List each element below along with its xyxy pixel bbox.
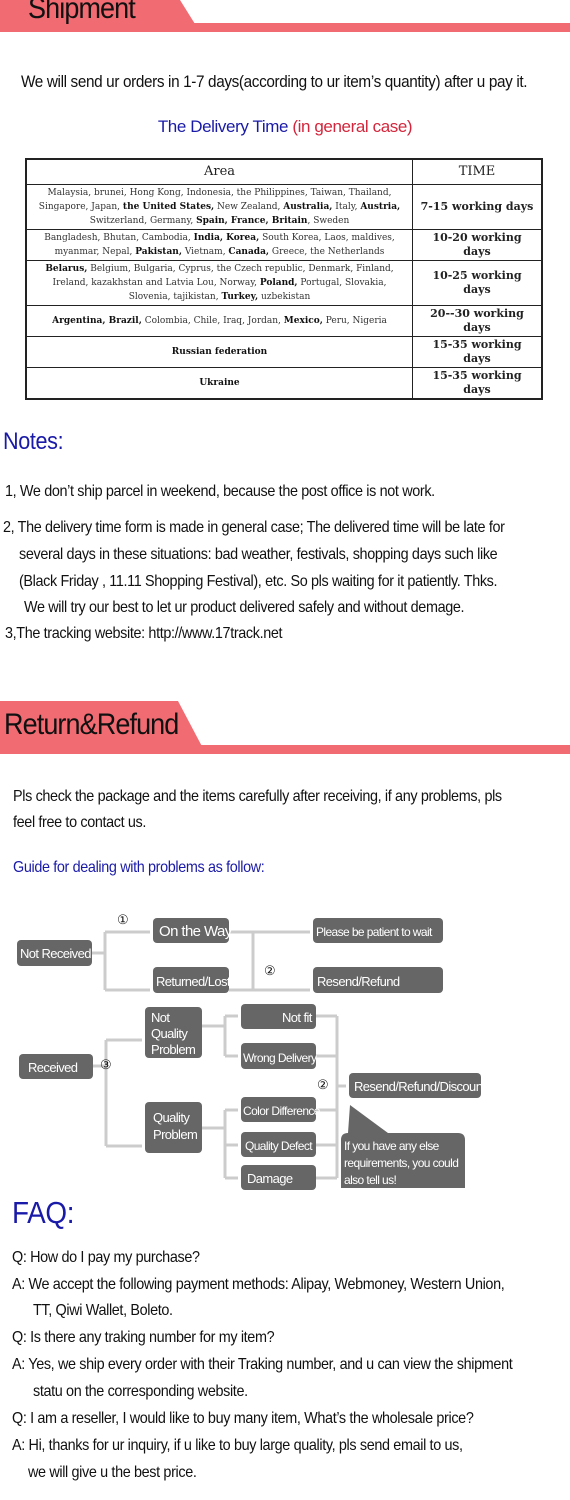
area-cell: Argentina, Brazil, Colombia, Chile, Iraq…: [25, 305, 413, 337]
country-text: Spain, France, Britain: [196, 216, 308, 226]
notes-title: Notes:: [3, 428, 64, 455]
node-not-quality-problem: Not: [151, 1010, 170, 1025]
refund-line: Pls check the package and the items care…: [13, 788, 502, 805]
table-row: Russian federation 15-35 working days: [25, 336, 543, 368]
node-damage: Damage: [247, 1171, 293, 1186]
country-text: Peru, Nigeria: [322, 316, 387, 326]
country-text: Switzerland, Germany,: [89, 216, 197, 226]
time-cell: 15-35 working days: [412, 336, 543, 368]
step-2-marker: ②: [264, 963, 275, 978]
country-text: Vietnam,: [181, 247, 229, 257]
country-text: Bangladesh, Bhutan, Cambodia,: [44, 233, 194, 243]
country-text: Australia,: [283, 202, 333, 212]
step-3-marker: ③: [100, 1057, 111, 1072]
area-cell: Malaysia, brunei, Hong Kong, Indonesia, …: [25, 184, 413, 230]
node-received: Received: [28, 1060, 78, 1075]
refund-flowchart: Not Received On the Way Returned/Lost Pl…: [17, 912, 487, 1190]
faq-line: Q: How do I pay my purchase?: [12, 1249, 200, 1266]
country-text: Poland,: [259, 278, 298, 288]
time-cell: 10-25 working days: [412, 260, 543, 306]
node-quality-problem: Problem: [153, 1127, 197, 1142]
shipment-intro: We will send ur orders in 1-7 days(accor…: [21, 72, 528, 91]
step-2-marker: ②: [317, 1077, 328, 1092]
country-text: Italy,: [332, 202, 361, 212]
country-text: Austria,: [360, 202, 401, 212]
bubble-text: If you have any else: [344, 1139, 440, 1153]
faq-line: statu on the corresponding website.: [33, 1383, 248, 1400]
step-1-marker: ①: [117, 912, 128, 927]
country-text: Ukraine: [199, 378, 240, 388]
node-returned-lost: Returned/Lost: [156, 974, 231, 989]
country-text: Russian federation: [171, 347, 268, 357]
node-resend-refund: Resend/Refund: [317, 974, 400, 989]
node-not-quality-problem: Problem: [151, 1042, 195, 1057]
bubble-text: also tell us!: [344, 1173, 396, 1187]
refund-line: feel free to contact us.: [13, 814, 147, 831]
delivery-time-table: Area TIME Malaysia, brunei, Hong Kong, I…: [25, 158, 543, 400]
area-cell: Belarus, Belgium, Bulgaria, Cyprus, the …: [25, 260, 413, 306]
node-color-difference: Color Difference: [243, 1104, 321, 1118]
area-cell: Ukraine: [25, 367, 413, 400]
node-quality-defect: Quality Defect: [245, 1139, 313, 1153]
country-text: Turkey,: [221, 292, 259, 302]
header-time: TIME: [412, 158, 543, 185]
guide-title: Guide for dealing with problems as follo…: [13, 859, 265, 876]
table-row: Malaysia, brunei, Hong Kong, Indonesia, …: [25, 184, 543, 230]
node-on-the-way: On the Way: [159, 923, 233, 940]
node-quality-problem: Quality: [153, 1110, 190, 1125]
note-line: several days in these situations: bad we…: [19, 546, 498, 563]
area-cell: Russian federation: [25, 336, 413, 368]
country-text: uzbekistan: [258, 292, 311, 302]
faq-line: TT, Qiwi Wallet, Boleto.: [33, 1302, 173, 1319]
node-not-quality-problem: Quality: [151, 1026, 188, 1041]
note-line: 1, We don’t ship parcel in weekend, beca…: [5, 483, 435, 500]
bubble-text: requirements, you could: [344, 1156, 458, 1170]
country-text: India, Korea,: [193, 233, 260, 243]
delivery-heading: The Delivery Time (in general case): [0, 117, 570, 137]
country-text: Argentina, Brazil,: [52, 316, 142, 326]
table-row: Belarus, Belgium, Bulgaria, Cyprus, the …: [25, 260, 543, 306]
faq-line: A: We accept the following payment metho…: [12, 1276, 505, 1293]
country-text: Colombia, Chile, Iraq, Jordan,: [141, 316, 284, 326]
country-text: Belarus,: [45, 264, 88, 274]
faq-line: Q: Is there any traking number for my it…: [12, 1329, 275, 1346]
node-be-patient: Please be patient to wait: [316, 925, 433, 939]
node-not-received: Not Received: [20, 946, 91, 961]
time-cell: 7-15 working days: [412, 184, 543, 230]
area-cell: Bangladesh, Bhutan, Cambodia, India, Kor…: [25, 229, 413, 261]
country-text: Canada,: [228, 247, 270, 257]
faq-title: FAQ:: [12, 1195, 75, 1230]
note-line: 3,The tracking website: http://www.17tra…: [5, 625, 283, 642]
faq-line: we will give u the best price.: [28, 1464, 197, 1481]
delivery-note: (in general case): [292, 117, 413, 136]
country-text: , Sweden: [307, 216, 350, 226]
table-row: Argentina, Brazil, Colombia, Chile, Iraq…: [25, 305, 543, 337]
country-text: Mexico,: [283, 316, 323, 326]
time-cell: 20--30 working days: [412, 305, 543, 337]
refund-title: Return&Refund: [4, 708, 179, 741]
delivery-title: The Delivery Time: [157, 117, 289, 136]
node-wrong-delivery: Wrong Delivery: [243, 1051, 317, 1065]
note-line: 2, The delivery time form is made in gen…: [3, 519, 505, 536]
note-line: We will try our best to let ur product d…: [24, 599, 465, 616]
node-resend-refund-discount: Resend/Refund/Discount: [354, 1079, 486, 1094]
faq-line: A: Hi, thanks for ur inquiry, if u like …: [12, 1437, 463, 1454]
time-cell: 15-35 working days: [412, 367, 543, 400]
country-text: New Zealand,: [214, 202, 284, 212]
faq-line: Q: I am a reseller, I would like to buy …: [12, 1410, 474, 1427]
header-area: Area: [25, 158, 413, 185]
shipment-title: Shipment: [28, 0, 136, 25]
table-row: Bangladesh, Bhutan, Cambodia, India, Kor…: [25, 229, 543, 261]
note-line: (Black Friday , 11.11 Shopping Festival)…: [19, 573, 498, 590]
country-text: the United States,: [122, 202, 215, 212]
node-not-fit: Not fit: [282, 1010, 313, 1025]
time-cell: 10-20 working days: [412, 229, 543, 261]
country-text: Pakistan,: [135, 247, 182, 257]
faq-line: A: Yes, we ship every order with their T…: [12, 1356, 513, 1373]
country-text: Greece, the Netherlands: [269, 247, 385, 257]
table-row: Ukraine 15-35 working days: [25, 367, 543, 400]
